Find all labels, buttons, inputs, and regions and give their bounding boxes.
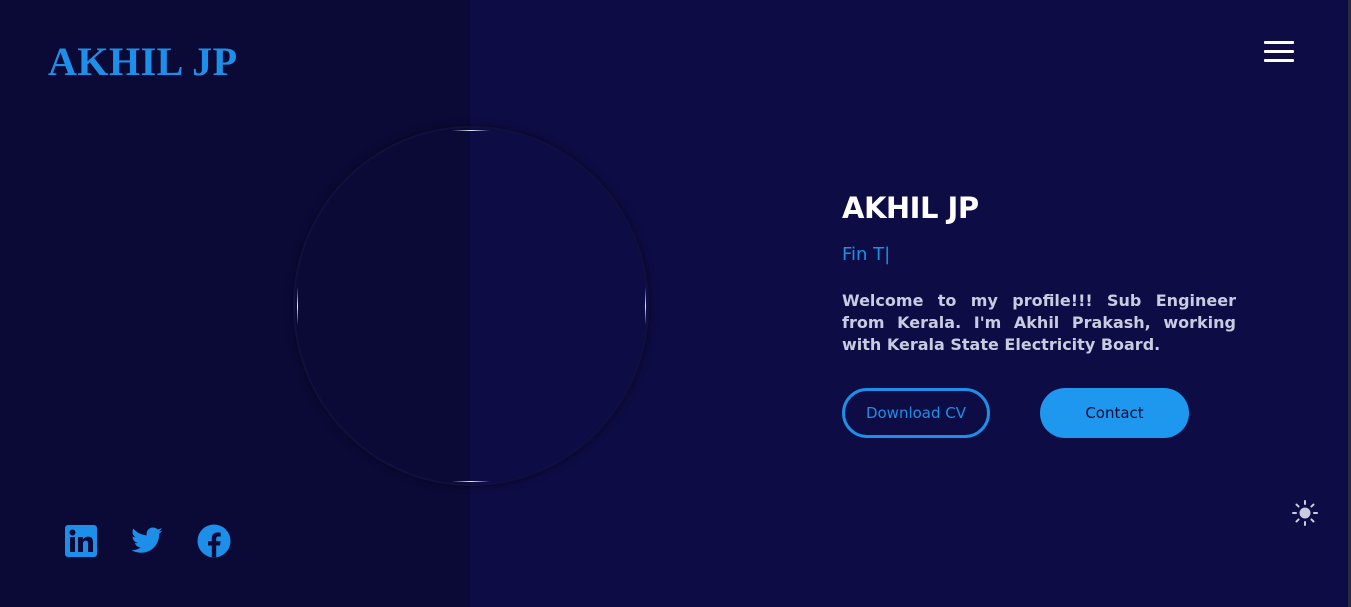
- menu-button[interactable]: [1262, 40, 1296, 64]
- hero-section: AKHIL JP Fin T| Welcome to my profile!!!…: [842, 190, 1236, 438]
- hero-buttons: Download CV Contact: [842, 388, 1236, 438]
- page: AKHIL JP AKHIL JP Fin T| Welcome to my p…: [0, 0, 1351, 607]
- hamburger-menu-icon-bottom: [1264, 59, 1294, 62]
- facebook-icon[interactable]: [197, 524, 231, 558]
- hero-role-typing: Fin T|: [842, 244, 891, 265]
- hero-description: Welcome to my profile!!! Sub Engineer fr…: [842, 291, 1236, 354]
- frame-highlight-bottom: [452, 481, 490, 482]
- profile-image-frame: [293, 126, 649, 486]
- logo[interactable]: AKHIL JP: [48, 38, 238, 85]
- frame-highlight-left: [297, 287, 298, 325]
- frame-highlight-top: [452, 130, 490, 131]
- linkedin-icon[interactable]: [64, 524, 98, 558]
- sun-icon[interactable]: [1291, 499, 1319, 527]
- twitter-icon[interactable]: [130, 524, 164, 558]
- frame-highlight-right: [645, 287, 646, 325]
- contact-button[interactable]: Contact: [1040, 388, 1189, 438]
- download-cv-button[interactable]: Download CV: [842, 388, 990, 438]
- hamburger-menu-icon: [1264, 41, 1294, 44]
- hero-name: AKHIL JP: [842, 191, 979, 225]
- hamburger-menu-icon-middle: [1264, 50, 1294, 53]
